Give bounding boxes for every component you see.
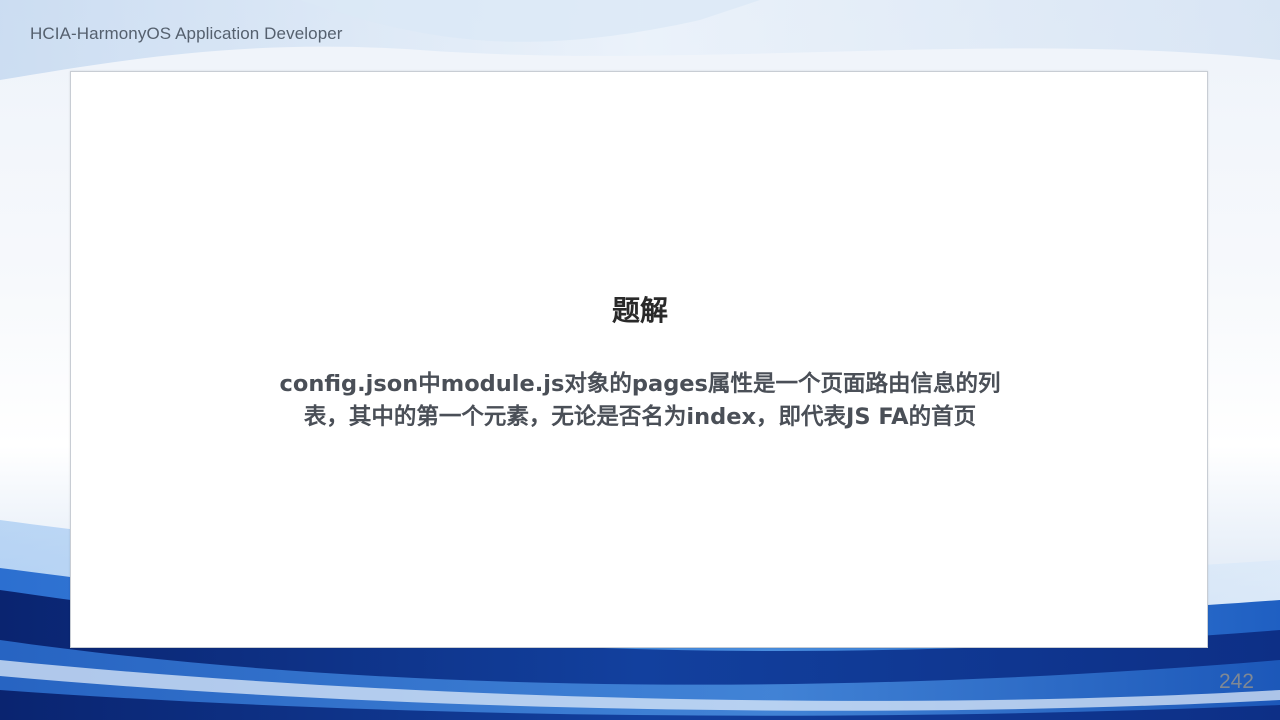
solution-text-line-1: config.json中module.js对象的pages属性是一个页面路由信息… [279,371,1001,397]
slide: HCIA-HarmonyOS Application Developer 题解 … [0,0,1280,720]
solution-text-line-2: 表，其中的第一个元素，无论是否名为index，即代表JS FA的首页 [303,404,977,430]
course-title: HCIA-HarmonyOS Application Developer [30,24,343,43]
solution-heading: 题解 [611,294,668,327]
page-number: 242 [1218,670,1254,693]
solution-text: config.json中module.js对象的pages属性是一个页面路由信息… [251,368,1029,434]
content-card: 题解 config.json中module.js对象的pages属性是一个页面路… [70,71,1208,648]
